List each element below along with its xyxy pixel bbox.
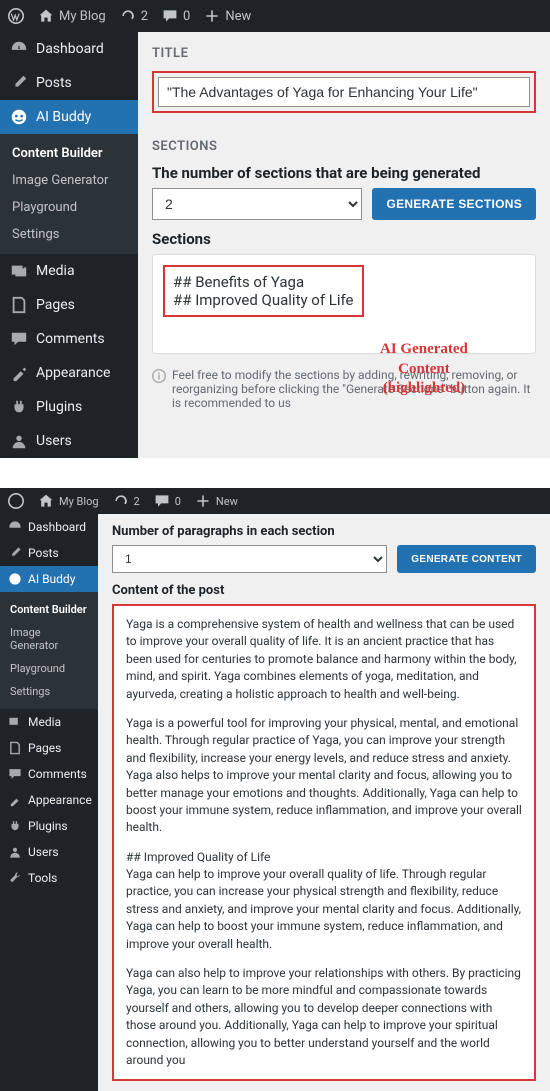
sidebar-item-ai-buddy[interactable]: AI Buddy xyxy=(0,100,138,134)
sidebar-item-media-2[interactable]: Media xyxy=(0,709,98,735)
sidebar-item-appearance-2[interactable]: Appearance xyxy=(0,787,98,813)
sidebar-item-comments[interactable]: Comments xyxy=(0,322,138,356)
sections-heading: SECTIONS xyxy=(152,139,536,154)
sidebar-item-comments-2[interactable]: Comments xyxy=(0,761,98,787)
sidebar-item-plugins-2[interactable]: Plugins xyxy=(0,813,98,839)
submenu-playground-2[interactable]: Playground xyxy=(0,657,98,680)
plugins-label: Plugins xyxy=(36,399,82,415)
submenu-settings[interactable]: Settings xyxy=(0,221,138,248)
sidebar-item-media[interactable]: Media xyxy=(0,254,138,288)
annotation-line3: (highlighted) xyxy=(380,379,468,399)
media-label: Media xyxy=(36,263,75,279)
admin-bar: My Blog 2 0 New xyxy=(0,0,550,32)
helper-text-content: Feel free to modify the sections by addi… xyxy=(172,368,536,410)
ai-buddy-label: AI Buddy xyxy=(36,109,91,125)
annotation-ai-generated: AI Generated Content (highlighted) xyxy=(380,340,468,399)
sections-label: Sections xyxy=(152,230,536,248)
posts-label: Posts xyxy=(36,75,72,91)
new-content-2[interactable]: New xyxy=(195,493,238,509)
sidebar-item-appearance[interactable]: Appearance xyxy=(0,356,138,390)
comments-count: 0 xyxy=(183,9,190,24)
sidebar-item-posts-2[interactable]: Posts xyxy=(0,540,98,566)
generate-sections-button[interactable]: GENERATE SECTIONS xyxy=(372,188,536,220)
comments-bar-2[interactable]: 0 xyxy=(154,493,181,509)
num-para-label: Number of paragraphs in each section xyxy=(112,524,536,539)
content-area-bottom: Number of paragraphs in each section 1 G… xyxy=(98,514,550,1091)
sidebar-item-tools-2[interactable]: Tools xyxy=(0,865,98,891)
generate-content-button[interactable]: GENERATE CONTENT xyxy=(397,545,536,573)
submenu-playground[interactable]: Playground xyxy=(0,194,138,221)
sidebar-item-plugins[interactable]: Plugins xyxy=(0,390,138,424)
submenu-settings-2[interactable]: Settings xyxy=(0,680,98,703)
new-label: New xyxy=(225,9,251,24)
helper-text: Feel free to modify the sections by addi… xyxy=(152,368,536,410)
content-p4: Yaga can also help to improve your relat… xyxy=(126,965,522,1069)
comments-bar[interactable]: 0 xyxy=(162,8,190,24)
wp-logo[interactable] xyxy=(8,8,24,24)
sidebar-item-posts[interactable]: Posts xyxy=(0,66,138,100)
info-icon xyxy=(152,369,166,383)
admin-bar-2: My Blog 2 0 New xyxy=(0,488,550,514)
updates-count: 2 xyxy=(141,9,148,24)
screenshot-bottom: My Blog 2 0 New Dashboard Posts AI Buddy… xyxy=(0,488,550,1091)
content-area-top: TITLE SECTIONS The number of sections th… xyxy=(138,32,550,458)
content-label: Content of the post xyxy=(112,583,536,598)
ai-buddy-submenu: Content Builder Image Generator Playgrou… xyxy=(0,134,138,254)
sidebar-item-users-2[interactable]: Users xyxy=(0,839,98,865)
sidebar-item-dashboard[interactable]: Dashboard xyxy=(0,32,138,66)
submenu-content-builder-2[interactable]: Content Builder xyxy=(0,598,98,621)
pages-label: Pages xyxy=(36,297,75,313)
section-line-2: ## Improved Quality of Life xyxy=(173,291,354,309)
sections-box: ## Benefits of Yaga ## Improved Quality … xyxy=(152,254,536,354)
content-p1: Yaga is a comprehensive system of health… xyxy=(126,616,522,703)
updates[interactable]: 2 xyxy=(120,8,148,24)
users-label: Users xyxy=(36,433,72,449)
submenu-image-generator[interactable]: Image Generator xyxy=(0,167,138,194)
screenshot-top: My Blog 2 0 New Dashboard Posts AI Buddy… xyxy=(0,0,550,458)
content-p2: Yaga is a powerful tool for improving yo… xyxy=(126,715,522,837)
site-name-text: My Blog xyxy=(59,9,106,24)
admin-sidebar-2: Dashboard Posts AI Buddy Content Builder… xyxy=(0,514,98,1091)
admin-sidebar: Dashboard Posts AI Buddy Content Builder… xyxy=(0,32,138,458)
ai-buddy-submenu-2: Content Builder Image Generator Playgrou… xyxy=(0,592,98,709)
num-para-select[interactable]: 1 xyxy=(112,545,387,573)
section-line-1: ## Benefits of Yaga xyxy=(173,273,354,291)
annotation-line2: Content xyxy=(380,360,468,380)
appearance-label: Appearance xyxy=(36,365,110,381)
site-name[interactable]: My Blog xyxy=(38,8,106,24)
updates-2[interactable]: 2 xyxy=(113,493,140,509)
dashboard-label: Dashboard xyxy=(36,41,104,57)
title-highlight xyxy=(152,71,536,113)
sidebar-item-users[interactable]: Users xyxy=(0,424,138,458)
title-heading: TITLE xyxy=(152,46,536,61)
site-name-2[interactable]: My Blog xyxy=(38,493,99,509)
sections-textarea[interactable]: ## Benefits of Yaga ## Improved Quality … xyxy=(163,265,364,317)
comments-label: Comments xyxy=(36,331,105,347)
submenu-image-generator-2[interactable]: Image Generator xyxy=(0,621,98,657)
new-content[interactable]: New xyxy=(204,8,251,24)
sidebar-item-dashboard-2[interactable]: Dashboard xyxy=(0,514,98,540)
content-p3: ## Improved Quality of Life Yaga can hel… xyxy=(126,849,522,953)
annotation-line1: AI Generated xyxy=(380,340,468,360)
sidebar-item-ai-buddy-2[interactable]: AI Buddy xyxy=(0,566,98,592)
submenu-content-builder[interactable]: Content Builder xyxy=(0,140,138,167)
title-input[interactable] xyxy=(158,77,530,107)
sidebar-item-pages-2[interactable]: Pages xyxy=(0,735,98,761)
wp-logo-2[interactable] xyxy=(8,493,24,509)
sidebar-item-pages[interactable]: Pages xyxy=(0,288,138,322)
num-sections-select[interactable]: 2 xyxy=(152,188,362,220)
num-sections-label: The number of sections that are being ge… xyxy=(152,164,536,182)
post-content-box[interactable]: Yaga is a comprehensive system of health… xyxy=(112,604,536,1081)
